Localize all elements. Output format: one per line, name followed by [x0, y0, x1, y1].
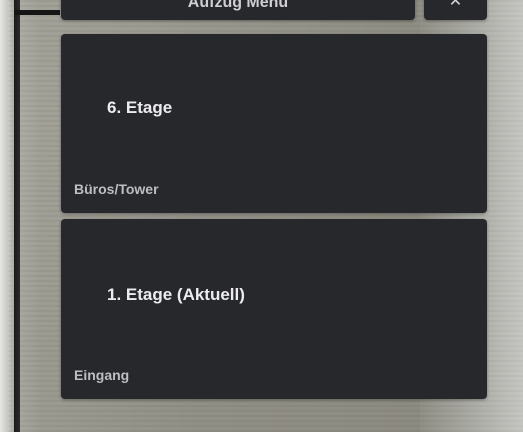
floor-description: Büros/Tower [74, 181, 159, 197]
floor-label: 1. Etage (Aktuell) [107, 285, 245, 304]
menu-header: Aufzug Menu [61, 0, 415, 20]
floor-button-1[interactable]: 1. Etage (Aktuell) Eingang [61, 219, 487, 399]
close-icon: ✕ [448, 0, 463, 10]
floor-button-6[interactable]: 6. Etage Büros/Tower [61, 34, 487, 213]
floor-label: 6. Etage [107, 98, 173, 117]
floor-description: Eingang [74, 367, 130, 383]
menu-title: Aufzug Menu [187, 0, 289, 11]
wall-edge [0, 0, 8, 432]
wall-trim-top [14, 10, 60, 15]
wall-trim [14, 0, 20, 432]
close-button[interactable]: ✕ [424, 0, 487, 20]
